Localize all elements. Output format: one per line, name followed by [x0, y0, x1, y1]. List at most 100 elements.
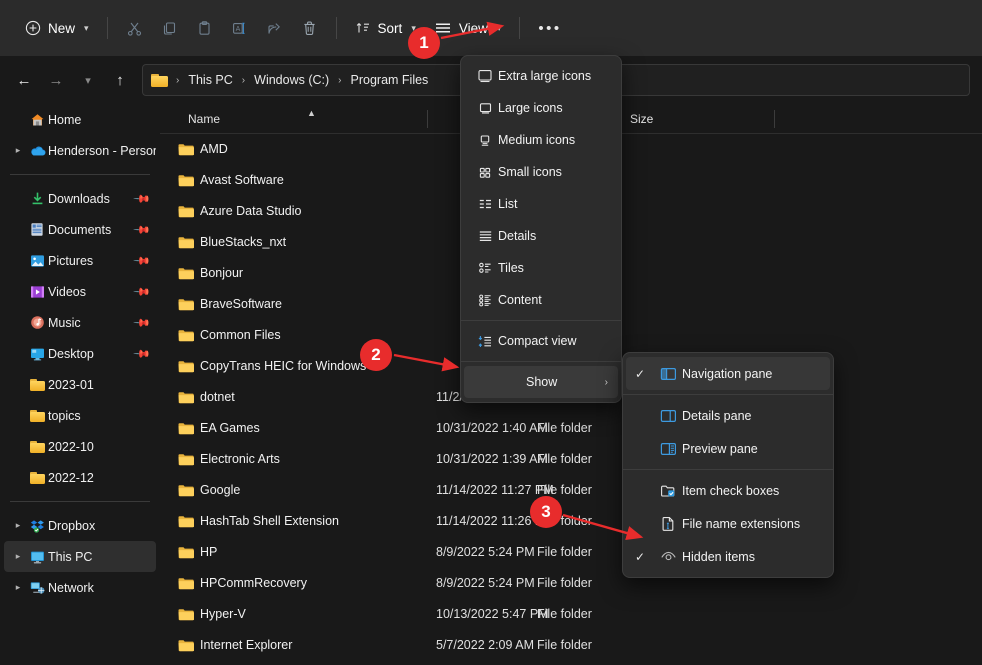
menu-item-hidden-items[interactable]: ✓ Hidden items	[626, 540, 830, 573]
menu-item-preview-pane[interactable]: Preview pane	[626, 432, 830, 465]
sort-icon	[355, 20, 371, 36]
sidebar-item-dropbox[interactable]: ▸ Dropbox	[4, 510, 156, 541]
folder-icon	[26, 378, 48, 391]
menu-item-file-name-extensions[interactable]: File name extensions	[626, 507, 830, 540]
sidebar-item-pictures[interactable]: Pictures 📌	[4, 245, 156, 276]
table-row[interactable]: HPCommRecovery 8/9/2022 5:24 PM File folde…	[160, 568, 982, 599]
sidebar-item-label: Henderson - Personal	[48, 143, 156, 158]
delete-button[interactable]	[292, 12, 327, 44]
breadcrumb-item-program-files[interactable]: Program Files	[346, 71, 434, 89]
table-row[interactable]: EA Games 10/31/2022 1:40 AM File folder	[160, 413, 982, 444]
copy-button[interactable]	[152, 12, 187, 44]
sidebar-item-music[interactable]: Music 📌	[4, 307, 156, 338]
share-button[interactable]	[257, 12, 292, 44]
menu-item-tiles[interactable]: Tiles	[464, 252, 618, 284]
details-view-icon	[472, 230, 498, 242]
up-button[interactable]: ↑	[104, 64, 136, 96]
folder-icon	[178, 453, 195, 471]
menu-item-content[interactable]: Content	[464, 284, 618, 316]
submenu-divider-2	[623, 469, 833, 470]
content-view-icon	[472, 294, 498, 307]
file-name-cell: HPCommRecovery	[200, 576, 307, 590]
paste-button[interactable]	[187, 12, 222, 44]
column-header-name[interactable]: Name	[188, 112, 220, 126]
chevron-right-icon[interactable]: ▸	[10, 145, 26, 156]
menu-item-label: Tiles	[498, 261, 524, 275]
chevron-right-icon[interactable]: ▸	[10, 520, 26, 531]
chevron-down-icon: ▾	[84, 22, 89, 33]
pin-icon[interactable]: 📌	[133, 345, 151, 363]
folder-icon	[178, 298, 195, 316]
new-button[interactable]: New ▾	[16, 12, 98, 44]
forward-button[interactable]: →	[40, 64, 72, 96]
column-divider[interactable]	[427, 110, 428, 128]
see-more-label: •••	[538, 19, 562, 37]
breadcrumb-item-this-pc[interactable]: This PC	[183, 71, 237, 89]
show-submenu: ✓ Navigation pane Details pane Preview p…	[622, 352, 834, 578]
plus-circle-icon	[25, 20, 41, 36]
paste-icon	[196, 20, 213, 37]
cut-button[interactable]	[117, 12, 152, 44]
pin-icon[interactable]: 📌	[133, 190, 151, 208]
pin-icon[interactable]: 📌	[133, 283, 151, 301]
sidebar-item-2023-01[interactable]: 2023-01	[4, 369, 156, 400]
sidebar-item-documents[interactable]: Documents 📌	[4, 214, 156, 245]
rename-button[interactable]: A	[222, 12, 257, 44]
menu-divider-1	[461, 320, 621, 321]
column-header-size[interactable]: Size	[630, 112, 653, 126]
chevron-right-icon[interactable]: ▸	[10, 551, 26, 562]
sidebar-item-label: Desktop	[48, 346, 94, 361]
menu-item-list[interactable]: List	[464, 188, 618, 220]
table-row[interactable]: Google 11/14/2022 11:27 PM File folder	[160, 475, 982, 506]
sidebar-item-label: This PC	[48, 549, 93, 564]
menu-item-medium-icons[interactable]: Medium icons	[464, 124, 618, 156]
menu-item-item-check-boxes[interactable]: Item check boxes	[626, 474, 830, 507]
sidebar-item-downloads[interactable]: Downloads 📌	[4, 183, 156, 214]
pin-icon[interactable]: 📌	[133, 221, 151, 239]
menu-item-details[interactable]: Details	[464, 220, 618, 252]
sidebar-item-topics[interactable]: topics	[4, 400, 156, 431]
table-row[interactable]: Internet Explorer 5/7/2022 2:09 AM File fo…	[160, 630, 982, 661]
sidebar-item-this-pc[interactable]: ▸ This PC	[4, 541, 156, 572]
table-row[interactable]: Hyper-V 10/13/2022 5:47 PM File folder	[160, 599, 982, 630]
pin-icon[interactable]: 📌	[133, 252, 151, 270]
file-name-cell: BraveSoftware	[200, 297, 282, 311]
back-button[interactable]: ←	[8, 64, 40, 96]
back-arrow-icon: ←	[16, 71, 32, 89]
folder-icon	[178, 391, 195, 409]
menu-item-label: List	[498, 197, 518, 211]
table-row[interactable]: HashTab Shell Extension 11/14/2022 11:26 …	[160, 506, 982, 537]
breadcrumb-item-windows-c[interactable]: Windows (C:)	[249, 71, 334, 89]
recent-locations-button[interactable]: ▾	[72, 64, 104, 96]
see-more-button[interactable]: •••	[529, 12, 570, 44]
sidebar-item-videos[interactable]: Videos 📌	[4, 276, 156, 307]
menu-item-large-icons[interactable]: Large icons	[464, 92, 618, 124]
extra-large-icons-icon	[472, 69, 498, 83]
table-row[interactable]: Electronic Arts 10/31/2022 1:39 AM File fo…	[160, 444, 982, 475]
sidebar-item-label: 2023-01	[48, 377, 94, 392]
sidebar-item-network[interactable]: ▸ Network	[4, 572, 156, 603]
sidebar-item-2022-12[interactable]: 2022-12	[4, 462, 156, 493]
command-bar: New ▾ A Sort ▾ View ▾ •••	[0, 0, 982, 56]
file-name-extensions-icon	[654, 516, 682, 531]
menu-item-extra-large-icons[interactable]: Extra large icons	[464, 60, 618, 92]
type-cell: File folder	[537, 607, 592, 621]
sidebar-item-desktop[interactable]: Desktop 📌	[4, 338, 156, 369]
menu-item-small-icons[interactable]: Small icons	[464, 156, 618, 188]
menu-item-show[interactable]: Show ›	[464, 366, 618, 398]
sidebar-item-2022-10[interactable]: 2022-10	[4, 431, 156, 462]
toolbar-divider-2	[335, 17, 337, 39]
pin-icon[interactable]: 📌	[133, 314, 151, 332]
checkmark-icon: ✓	[634, 549, 646, 564]
column-divider[interactable]	[774, 110, 775, 128]
menu-item-navigation-pane[interactable]: ✓ Navigation pane	[626, 357, 830, 390]
menu-item-compact-view[interactable]: Compact view	[464, 325, 618, 357]
dropbox-icon	[26, 519, 48, 533]
chevron-right-icon[interactable]: ▸	[10, 582, 26, 593]
sidebar-item-home[interactable]: Home	[4, 104, 156, 135]
menu-item-details-pane[interactable]: Details pane	[626, 399, 830, 432]
sidebar-item-henderson-personal[interactable]: ▸ Henderson - Personal	[4, 135, 156, 166]
file-name-cell: BlueStacks_nxt	[200, 235, 287, 249]
table-row[interactable]: HP 8/9/2022 5:24 PM File folder	[160, 537, 982, 568]
submenu-divider-1	[623, 394, 833, 395]
